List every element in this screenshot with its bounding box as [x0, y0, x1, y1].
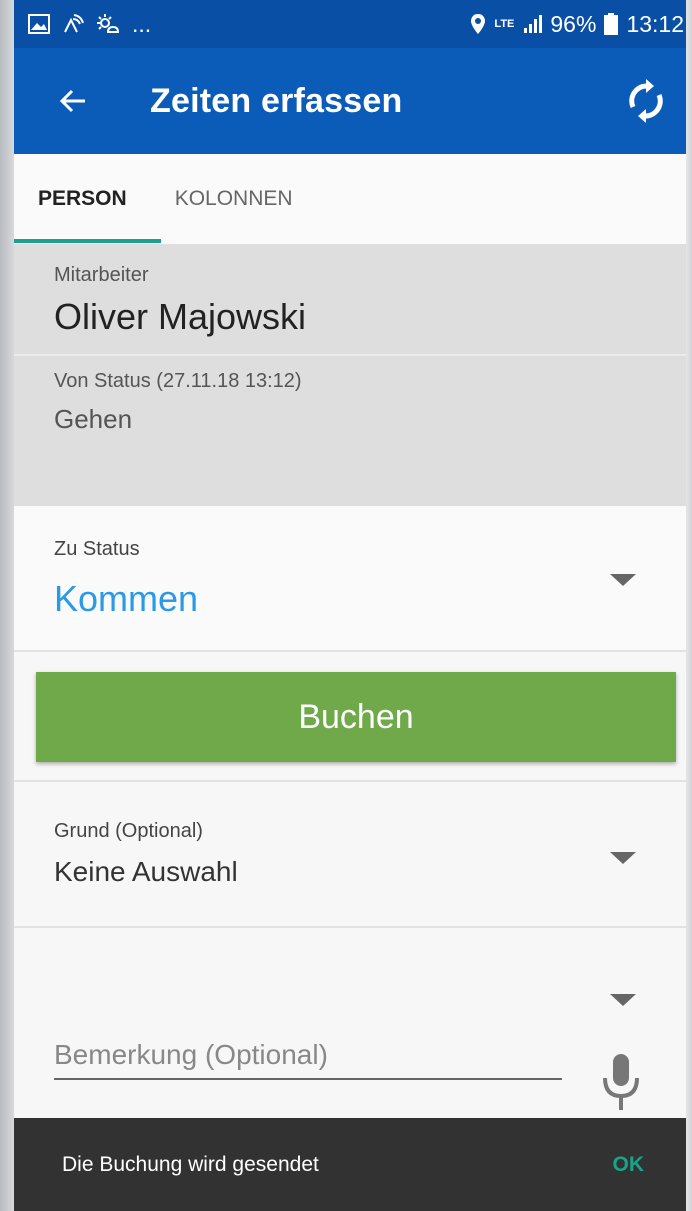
- battery-icon: [604, 13, 619, 35]
- remark-dropdown-arrow-icon[interactable]: [610, 994, 636, 1006]
- tab-person[interactable]: PERSON: [38, 154, 127, 244]
- from-status-label: Von Status (27.11.18 13:12): [54, 370, 302, 392]
- snackbar: Die Buchung wird gesendet OK: [14, 1118, 692, 1211]
- divider: [14, 354, 692, 356]
- weather-icon: [96, 13, 120, 35]
- employee-name: Oliver Majowski: [54, 296, 307, 337]
- to-status-select[interactable]: Zu Status Kommen: [14, 506, 692, 650]
- snackbar-ok-button[interactable]: OK: [613, 1153, 645, 1177]
- remark-input[interactable]: [54, 1032, 562, 1080]
- gallery-notification-icon: [28, 14, 50, 34]
- app-screen: ... LTE 96% 13:12 Zeiten erfassen PERSON…: [14, 0, 692, 1211]
- status-bar: ... LTE 96% 13:12: [14, 0, 692, 48]
- microphone-button[interactable]: [600, 1052, 642, 1112]
- reason-value: Keine Auswahl: [54, 856, 238, 887]
- more-notifications: ...: [132, 10, 152, 37]
- back-button[interactable]: [48, 76, 98, 126]
- sync-button[interactable]: [618, 73, 674, 129]
- battery-percent: 96%: [550, 10, 597, 37]
- signal-icon: [522, 14, 543, 34]
- tab-bar: PERSON KOLONNEN: [14, 154, 692, 244]
- divider: [14, 650, 692, 652]
- app-bar: Zeiten erfassen: [14, 48, 692, 154]
- employee-label: Mitarbeiter: [54, 264, 149, 286]
- clock: 13:12: [626, 10, 684, 37]
- location-icon: [470, 13, 486, 35]
- dropdown-arrow-icon: [610, 852, 636, 864]
- cast-icon: [62, 13, 84, 35]
- reason-label: Grund (Optional): [54, 820, 203, 842]
- dropdown-arrow-icon: [610, 574, 636, 586]
- employee-info: Mitarbeiter Oliver Majowski Von Status (…: [14, 244, 692, 506]
- tab-kolonnen[interactable]: KOLONNEN: [175, 154, 293, 244]
- snackbar-message: Die Buchung wird gesendet: [62, 1152, 319, 1176]
- arrow-back-icon: [60, 89, 85, 113]
- to-status-label: Zu Status: [54, 538, 140, 560]
- book-button[interactable]: Buchen: [36, 672, 676, 762]
- divider: [14, 926, 692, 928]
- divider: [14, 780, 692, 782]
- to-status-value: Kommen: [54, 578, 199, 619]
- device-edge: [686, 0, 692, 1211]
- lte-indicator: LTE: [494, 18, 515, 30]
- page-title: Zeiten erfassen: [150, 81, 403, 120]
- microphone-icon: [603, 1054, 639, 1110]
- sync-icon: [629, 79, 663, 123]
- from-status-value: Gehen: [54, 404, 133, 434]
- active-tab-indicator: [14, 239, 161, 243]
